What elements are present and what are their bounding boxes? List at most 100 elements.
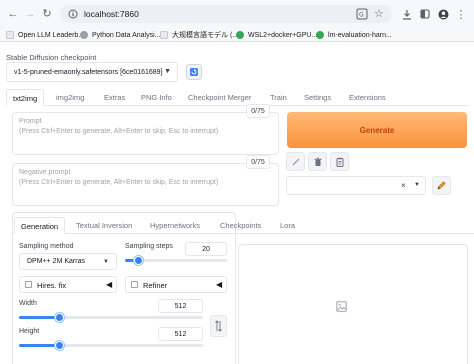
- trash-icon: [314, 157, 321, 166]
- width-label: Width: [19, 300, 37, 307]
- negative-prompt-placeholder: (Press Ctrl+Enter to generate, Alt+Enter…: [19, 179, 219, 186]
- output-gallery[interactable]: [238, 244, 468, 364]
- generation-subtabs: Generation Textual Inversion Hypernetwor…: [12, 217, 474, 234]
- bookmark-favicon-icon: [160, 31, 168, 39]
- sampling-steps-input[interactable]: 20: [185, 242, 227, 256]
- chevron-down-icon: ▼: [103, 259, 109, 265]
- edit-styles-button[interactable]: [432, 176, 451, 195]
- browser-toolbar: ← → ↻ localhost:7860 G ☆ ⋮: [0, 0, 474, 28]
- height-label: Height: [19, 328, 40, 335]
- clipboard-icon: [336, 157, 343, 167]
- bookmark-label: Open LLM Leaderb...: [18, 31, 85, 39]
- download-icon[interactable]: [401, 7, 413, 21]
- tab-img2img[interactable]: img2img: [50, 89, 90, 106]
- svg-text:G: G: [359, 12, 364, 19]
- width-slider[interactable]: [19, 313, 203, 322]
- prompt-token-counter: 0/75: [246, 104, 270, 118]
- bookmark-label: Python Data Analysi...: [92, 31, 161, 39]
- swap-dimensions-button[interactable]: [210, 315, 227, 337]
- generate-button[interactable]: Generate: [287, 112, 467, 148]
- clear-styles-icon[interactable]: ×: [401, 181, 406, 190]
- chevron-down-icon: ▼: [164, 68, 171, 75]
- sampling-steps-slider-thumb[interactable]: [133, 256, 143, 265]
- tab-extensions[interactable]: Extensions: [343, 89, 392, 106]
- refresh-icon: [190, 68, 198, 76]
- paste-params-button[interactable]: [286, 152, 305, 171]
- height-slider-thumb[interactable]: [54, 341, 64, 350]
- bookmark-favicon-icon: [236, 31, 244, 39]
- height-input[interactable]: 512: [158, 327, 203, 341]
- apply-styles-button[interactable]: [330, 152, 349, 171]
- site-info-icon[interactable]: [68, 9, 78, 19]
- clear-prompt-button[interactable]: [308, 152, 327, 171]
- main-tabs: txt2img img2img Extras PNG Info Checkpoi…: [6, 89, 468, 106]
- back-arrow-icon[interactable]: ←: [6, 7, 20, 21]
- checkpoint-label: Stable Diffusion checkpoint: [6, 53, 97, 62]
- hires-fix-label: Hires. fix: [37, 281, 67, 290]
- refresh-checkpoints-button[interactable]: [186, 64, 202, 80]
- prompt-placeholder: (Press Ctrl+Enter to generate, Alt+Enter…: [19, 128, 219, 135]
- bookmark-label: lm-evaluation-harn...: [328, 31, 392, 39]
- sampling-steps-label: Sampling steps: [125, 243, 173, 250]
- sampling-steps-slider[interactable]: [125, 256, 227, 265]
- subtab-hypernetworks[interactable]: Hypernetworks: [144, 217, 206, 234]
- bookmark-item[interactable]: Open LLM Leaderb...: [6, 29, 84, 41]
- width-input[interactable]: 512: [158, 299, 203, 313]
- reload-icon[interactable]: ↻: [40, 7, 54, 21]
- bookmark-item[interactable]: WSL2+docker+GPU...: [236, 29, 317, 41]
- image-placeholder-icon: [336, 301, 347, 312]
- bookmark-label: 大规模言語モデル (...: [172, 32, 239, 39]
- tab-png-info[interactable]: PNG Info: [135, 89, 178, 106]
- bookmark-favicon-icon: [316, 31, 324, 39]
- subtab-generation[interactable]: Generation: [14, 217, 66, 234]
- translate-icon[interactable]: G: [356, 8, 368, 20]
- prompt-title: Prompt: [19, 118, 42, 125]
- width-slider-fill: [19, 316, 60, 319]
- chevron-down-icon: ▼: [414, 182, 420, 188]
- tab-checkpoint-merger[interactable]: Checkpoint Merger: [182, 89, 257, 106]
- checkpoint-dropdown[interactable]: v1-5-pruned-emaonly.safetensors [6ce0161…: [6, 62, 178, 82]
- refiner-accordion[interactable]: Refiner ◀: [125, 276, 227, 293]
- subtab-checkpoints[interactable]: Checkpoints: [214, 217, 267, 234]
- bookmark-item[interactable]: lm-evaluation-harn...: [316, 29, 392, 41]
- arrow-diagonal-icon: [292, 158, 299, 165]
- pencil-icon: [437, 181, 446, 190]
- bookmark-favicon-icon: [80, 31, 88, 39]
- height-slider-fill: [19, 344, 60, 347]
- refiner-checkbox[interactable]: [131, 281, 138, 288]
- caret-left-icon[interactable]: ◀: [106, 280, 112, 289]
- address-bar[interactable]: localhost:7860 G ☆: [60, 5, 392, 23]
- negative-prompt-title: Negative prompt: [19, 169, 71, 176]
- styles-dropdown[interactable]: × ▼: [286, 176, 426, 195]
- prompt-textarea[interactable]: Prompt (Press Ctrl+Enter to generate, Al…: [12, 112, 279, 155]
- bookmark-label: WSL2+docker+GPU...: [248, 31, 318, 39]
- sampling-method-dropdown[interactable]: DPM++ 2M Karras ▼: [19, 253, 117, 270]
- checkpoint-value: v1-5-pruned-emaonly.safetensors [6ce0161…: [14, 69, 163, 76]
- subtab-lora[interactable]: Lora: [274, 217, 301, 234]
- tab-settings[interactable]: Settings: [298, 89, 337, 106]
- bookmark-item[interactable]: 大规模言語モデル (...: [160, 29, 238, 41]
- sampling-method-label: Sampling method: [19, 243, 74, 250]
- tab-txt2img[interactable]: txt2img: [6, 89, 45, 106]
- swap-arrows-icon: [215, 320, 222, 332]
- subtab-textual-inversion[interactable]: Textual Inversion: [70, 217, 138, 234]
- bookmark-item[interactable]: Python Data Analysi...: [80, 29, 160, 41]
- sampling-method-value: DPM++ 2M Karras: [27, 258, 85, 265]
- tab-extras[interactable]: Extras: [98, 89, 131, 106]
- forward-arrow-icon[interactable]: →: [23, 7, 37, 21]
- hires-fix-accordion[interactable]: Hires. fix ◀: [19, 276, 117, 293]
- height-slider[interactable]: [19, 341, 203, 350]
- bookmark-star-icon[interactable]: ☆: [374, 7, 384, 20]
- profile-icon[interactable]: [437, 7, 449, 21]
- browser-menu-icon[interactable]: ⋮: [455, 7, 467, 21]
- bookmarks-bar: Open LLM Leaderb... Python Data Analysi.…: [0, 28, 474, 42]
- refiner-label: Refiner: [143, 281, 168, 290]
- caret-left-icon[interactable]: ◀: [216, 280, 222, 289]
- extensions-icon[interactable]: [419, 7, 431, 21]
- negative-prompt-token-counter: 0/75: [246, 155, 270, 169]
- url-text: localhost:7860: [84, 9, 139, 19]
- hires-fix-checkbox[interactable]: [25, 281, 32, 288]
- negative-prompt-textarea[interactable]: Negative prompt (Press Ctrl+Enter to gen…: [12, 163, 279, 206]
- bookmark-favicon-icon: [6, 31, 14, 39]
- width-slider-thumb[interactable]: [54, 313, 64, 322]
